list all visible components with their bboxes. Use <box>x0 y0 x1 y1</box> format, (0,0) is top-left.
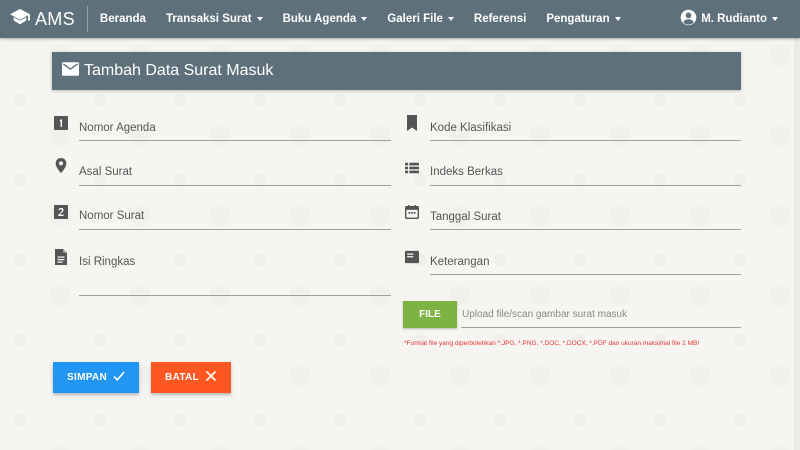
indeks-berkas-field[interactable]: Indeks Berkas <box>405 160 741 186</box>
keterangan-underline <box>430 274 741 275</box>
file-format-note: *Format file yang diperbolehkan *.JPG, *… <box>404 340 700 347</box>
file-button[interactable]: FILE <box>403 301 457 328</box>
nomor-agenda-underline <box>79 140 391 141</box>
tanggal-surat-label: Tanggal Surat <box>430 211 501 223</box>
nomor-agenda-label: Nomor Agenda <box>79 122 156 134</box>
graduation-cap-icon <box>9 8 31 31</box>
nav-label: Referensi <box>473 13 527 25</box>
kode-klasifikasi-field[interactable]: Kode Klasifikasi <box>405 115 741 142</box>
user-menu[interactable]: M. Rudianto <box>680 0 778 38</box>
isi-ringkas-label: Isi Ringkas <box>79 256 136 268</box>
brand[interactable]: AMS <box>0 6 88 32</box>
view-list-icon <box>405 160 419 176</box>
asal-surat-field[interactable]: Asal Surat <box>54 158 391 186</box>
calendar-icon <box>405 204 419 220</box>
caret-down-icon <box>614 17 621 21</box>
user-name: M. Rudianto <box>701 13 767 25</box>
nav-label: Beranda <box>99 13 146 25</box>
nav-beranda[interactable]: Beranda <box>90 0 156 38</box>
nav-galeri-file[interactable]: Galeri File <box>377 0 464 38</box>
isi-ringkas-underline <box>79 295 391 296</box>
caret-down-icon <box>772 17 778 21</box>
caret-down-icon <box>361 17 368 21</box>
nav-label: Galeri File <box>387 13 443 25</box>
description-icon <box>54 249 68 265</box>
asal-surat-label: Asal Surat <box>79 166 133 178</box>
bookmark-icon <box>405 115 419 131</box>
isi-ringkas-field[interactable]: Isi Ringkas <box>54 249 391 297</box>
nomor-surat-field[interactable]: Nomor Surat <box>54 204 391 231</box>
looks-one-icon <box>54 115 68 131</box>
kode-klasifikasi-underline <box>430 140 741 141</box>
cancel-label: BATAL <box>165 372 199 383</box>
tanggal-surat-field[interactable]: Tanggal Surat <box>405 204 741 231</box>
page-header: Tambah Data Surat Masuk <box>52 52 741 90</box>
keterangan-field[interactable]: Keterangan <box>405 249 741 276</box>
nav-referensi[interactable]: Referensi <box>464 0 536 38</box>
top-navbar: AMS Beranda Transaksi Surat Buku Agenda … <box>0 0 800 38</box>
save-label: SIMPAN <box>67 372 107 383</box>
nav-label: Transaksi Surat <box>165 13 252 25</box>
nav-label: Buku Agenda <box>282 13 357 25</box>
nav-transaksi-surat[interactable]: Transaksi Surat <box>156 0 273 38</box>
nomor-agenda-field[interactable]: Nomor Agenda <box>54 115 391 142</box>
caret-down-icon <box>447 17 454 21</box>
indeks-berkas-label: Indeks Berkas <box>430 166 503 178</box>
check-icon <box>107 370 125 385</box>
upload-path-input[interactable]: Upload file/scan gambar surat masuk <box>462 309 627 320</box>
featured-play-list-icon <box>405 249 419 265</box>
upload-underline <box>461 327 741 328</box>
kode-klasifikasi-label: Kode Klasifikasi <box>430 122 512 134</box>
place-icon <box>54 158 68 174</box>
close-icon <box>199 370 217 385</box>
brand-name: AMS <box>35 8 75 29</box>
email-icon <box>52 61 84 81</box>
nav-label: Pengaturan <box>546 13 610 25</box>
account-circle-icon <box>680 9 701 29</box>
looks-two-icon <box>54 204 68 220</box>
nomor-surat-label: Nomor Surat <box>79 210 145 222</box>
save-button[interactable]: SIMPAN <box>53 362 139 393</box>
asal-surat-underline <box>79 185 391 186</box>
nav-buku-agenda[interactable]: Buku Agenda <box>273 0 378 38</box>
nomor-surat-underline <box>79 229 391 230</box>
cancel-button[interactable]: BATAL <box>151 362 231 393</box>
nav-pengaturan[interactable]: Pengaturan <box>536 0 630 38</box>
indeks-berkas-underline <box>430 185 741 186</box>
page-scrollbar[interactable] <box>794 38 800 450</box>
page-title: Tambah Data Surat Masuk <box>84 62 274 79</box>
tanggal-surat-underline <box>430 229 741 230</box>
main-menu: Beranda Transaksi Surat Buku Agenda Gale… <box>90 0 631 38</box>
caret-down-icon <box>256 17 263 21</box>
keterangan-label: Keterangan <box>430 256 490 268</box>
